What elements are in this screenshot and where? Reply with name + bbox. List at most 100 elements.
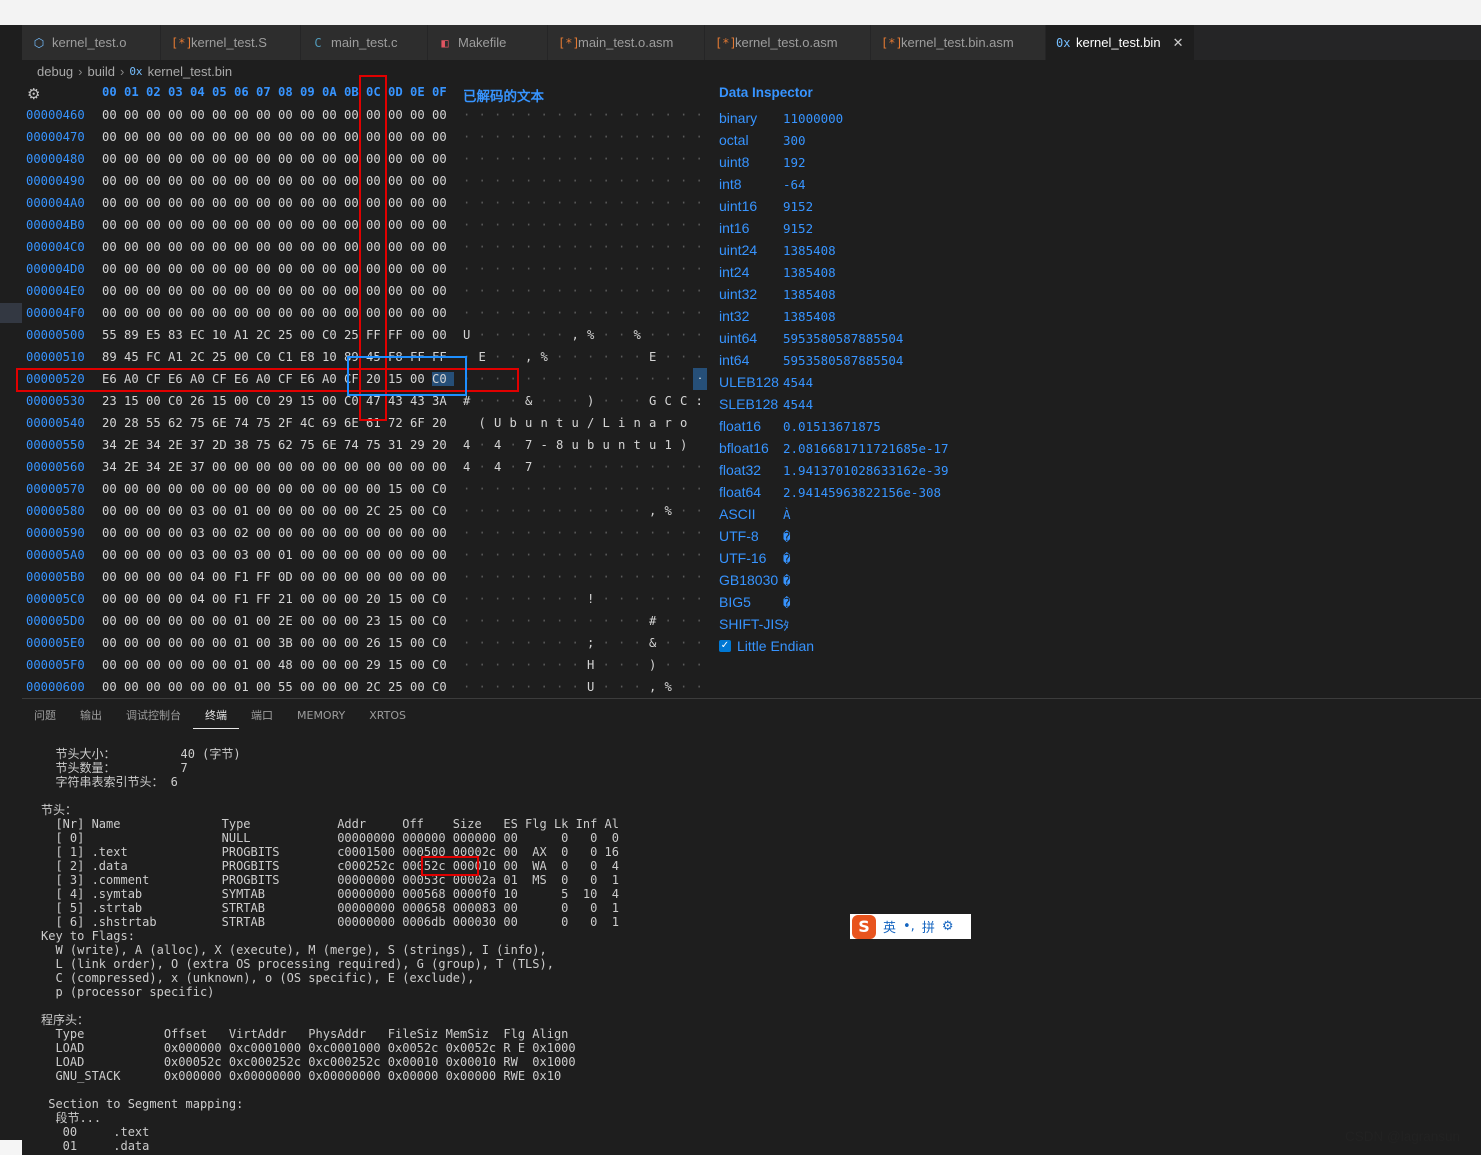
hex-byte[interactable]: 00 [212,658,234,672]
decoded-char[interactable]: · [541,108,557,122]
decoded-char[interactable]: · [510,658,526,672]
decoded-char[interactable]: · [603,240,619,254]
hex-row-address[interactable]: 000005E0 [22,636,102,650]
decoded-char[interactable]: · [556,658,572,672]
decoded-char[interactable]: · [463,284,479,298]
decoded-char[interactable]: · [525,680,541,694]
decoded-char[interactable]: · [680,636,696,650]
hex-byte[interactable]: 00 [300,526,322,540]
decoded-char[interactable]: · [696,460,712,474]
hex-byte[interactable]: 00 [256,196,278,210]
decoded-char[interactable]: · [479,152,495,166]
hex-byte[interactable]: 28 [124,416,146,430]
decoded-char[interactable]: · [525,218,541,232]
decoded-char[interactable]: · [680,658,696,672]
decoded-char[interactable]: · [494,174,510,188]
decoded-char[interactable]: · [603,548,619,562]
decoded-char[interactable]: · [603,174,619,188]
hex-byte[interactable]: 00 [124,680,146,694]
decoded-char[interactable]: · [634,306,650,320]
decoded-char[interactable]: i [618,416,634,430]
hex-byte[interactable]: 00 [322,306,344,320]
decoded-char[interactable]: · [541,504,557,518]
hex-row-address[interactable]: 00000570 [22,482,102,496]
hex-byte[interactable]: 00 [146,306,168,320]
hex-byte[interactable]: 00 [410,240,432,254]
hex-byte[interactable]: 00 [410,262,432,276]
decoded-char[interactable]: · [680,548,696,562]
ime-toolbar[interactable]: S 英 •, 拼 ⚙ [850,914,971,939]
hex-byte[interactable]: 00 [102,636,124,650]
hex-byte[interactable]: 00 [432,548,454,562]
decoded-char[interactable]: ) [680,438,696,452]
hex-byte[interactable]: 00 [102,548,124,562]
hex-row-address[interactable]: 000004F0 [22,306,102,320]
hex-byte[interactable]: 00 [190,196,212,210]
decoded-char[interactable]: · [479,438,495,452]
decoded-char[interactable]: · [649,218,665,232]
hex-byte[interactable]: 00 [388,284,410,298]
panel-tab[interactable]: 问题 [22,707,68,729]
hex-byte[interactable]: 00 [102,130,124,144]
hex-byte[interactable]: 00 [102,592,124,606]
decoded-char[interactable]: · [665,614,681,628]
panel-tab[interactable]: 调试控制台 [114,707,193,729]
hex-row-address[interactable]: 00000600 [22,680,102,694]
decoded-char[interactable]: · [494,350,510,364]
hex-byte[interactable]: 00 [256,482,278,496]
hex-byte[interactable]: 00 [366,526,388,540]
decoded-char[interactable]: · [572,350,588,364]
decoded-char[interactable]: · [494,218,510,232]
decoded-char[interactable]: · [572,680,588,694]
hex-byte[interactable]: 00 [234,460,256,474]
decoded-char[interactable]: · [680,592,696,606]
panel-tab[interactable]: 终端 [193,707,239,729]
hex-byte[interactable]: 00 [124,658,146,672]
hex-byte[interactable]: FF [256,592,278,606]
decoded-char[interactable]: · [680,482,696,496]
hex-byte[interactable]: 00 [124,130,146,144]
decoded-char[interactable]: · [649,482,665,496]
decoded-char[interactable]: · [510,504,526,518]
hex-byte[interactable]: 75 [190,416,212,430]
hex-byte[interactable]: 00 [102,262,124,276]
hex-byte[interactable]: E5 [146,328,168,342]
decoded-char[interactable]: · [618,526,634,540]
hex-byte[interactable]: 00 [278,108,300,122]
hex-byte[interactable]: 55 [278,680,300,694]
hex-byte[interactable]: 00 [322,548,344,562]
decoded-char[interactable]: · [603,130,619,144]
decoded-char[interactable]: 1 [665,438,681,452]
inspector-value[interactable]: 1385408 [783,287,836,302]
inspector-value[interactable]: ﾀ [783,615,789,634]
hex-byte[interactable]: 00 [124,526,146,540]
decoded-char[interactable]: · [494,526,510,540]
inspector-value[interactable]: 0.01513671875 [783,419,881,434]
decoded-char[interactable]: · [634,174,650,188]
decoded-char[interactable]: · [463,174,479,188]
decoded-char[interactable]: · [680,526,696,540]
decoded-char[interactable]: · [572,504,588,518]
decoded-char[interactable]: · [479,614,495,628]
hex-byte[interactable]: 00 [388,218,410,232]
decoded-char[interactable]: · [634,130,650,144]
hex-byte[interactable]: 00 [344,636,366,650]
decoded-char[interactable]: n [541,416,557,430]
decoded-char[interactable]: ( [479,416,495,430]
little-endian-checkbox[interactable]: ✓ Little Endian [719,635,814,657]
decoded-char[interactable]: · [479,570,495,584]
hex-byte[interactable]: 00 [146,570,168,584]
hex-byte[interactable]: FC [146,350,168,364]
hex-byte[interactable]: 6E [212,416,234,430]
hex-byte[interactable]: 00 [322,394,344,408]
decoded-char[interactable]: · [603,394,619,408]
hex-byte[interactable]: 00 [410,174,432,188]
decoded-char[interactable]: · [556,108,572,122]
decoded-char[interactable]: · [649,108,665,122]
hex-byte[interactable]: 00 [212,130,234,144]
decoded-char[interactable]: u [649,438,665,452]
hex-byte[interactable]: 00 [410,130,432,144]
hex-byte[interactable]: C0 [432,636,454,650]
decoded-char[interactable]: · [696,240,712,254]
hex-byte[interactable]: 00 [256,658,278,672]
